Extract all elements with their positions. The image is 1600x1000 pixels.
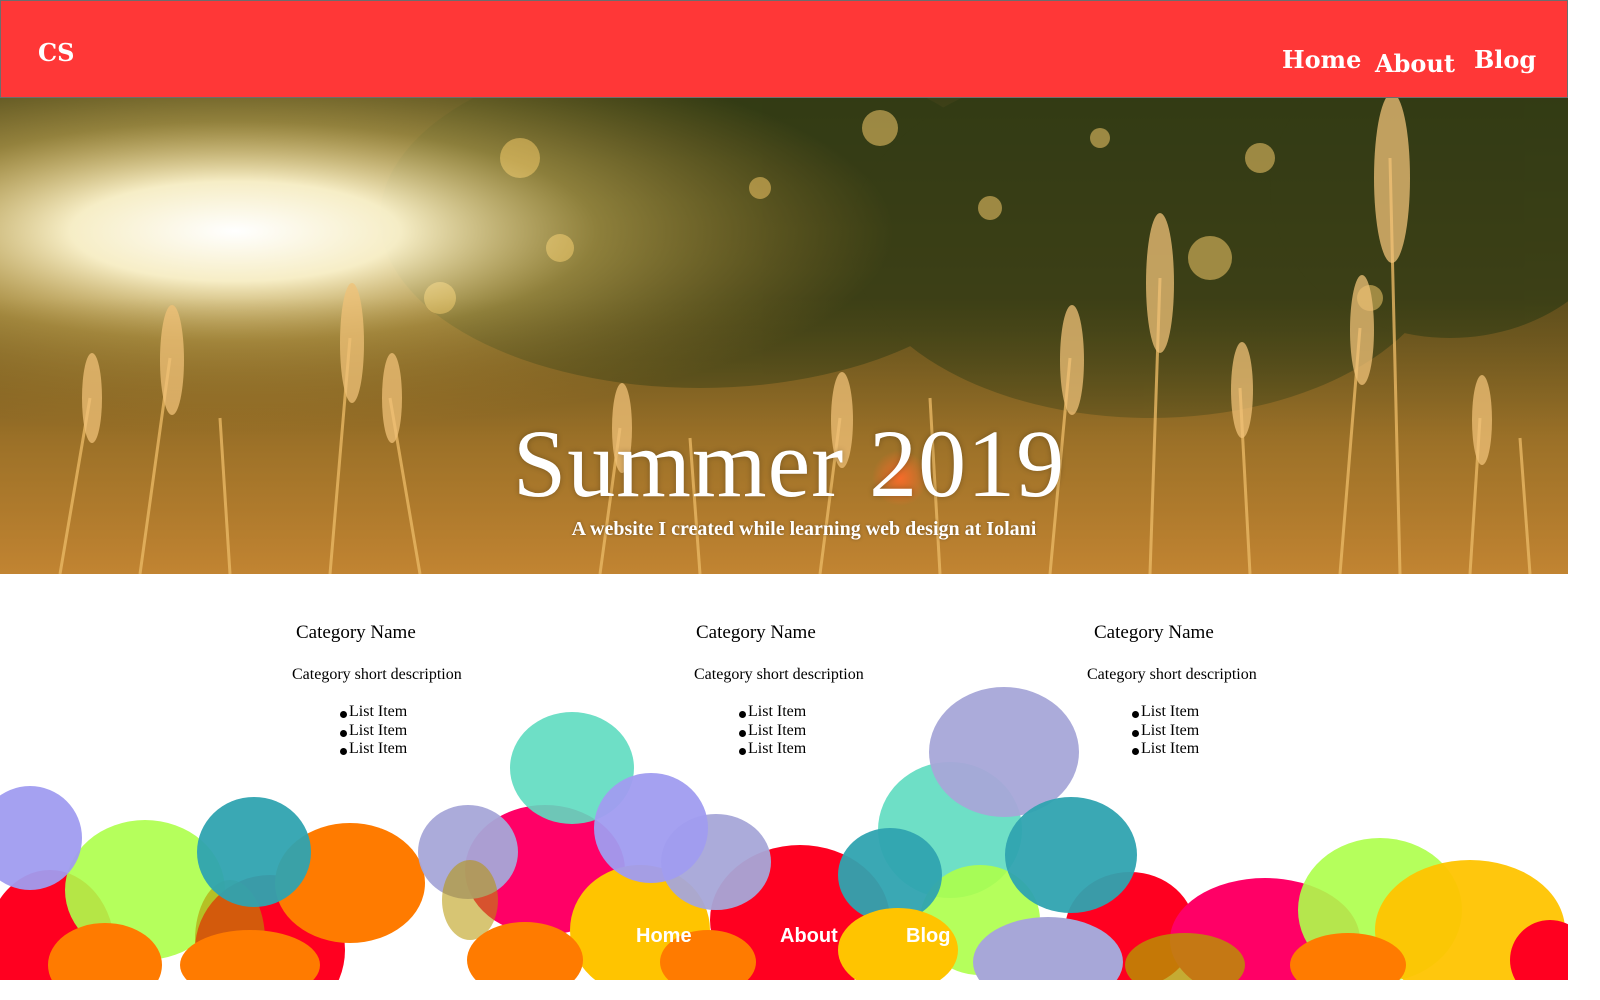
category-description: Category short description bbox=[292, 666, 462, 683]
nav-blog-link[interactable]: Blog bbox=[1474, 45, 1536, 75]
category-description: Category short description bbox=[1087, 666, 1257, 683]
list-item: List Item bbox=[340, 722, 407, 741]
site-logo[interactable]: CS bbox=[38, 38, 74, 68]
hero-subtitle: A website I created while learning web d… bbox=[571, 518, 1037, 540]
category-column-2: Category Name Category short description… bbox=[694, 620, 956, 757]
category-list: List Item List Item List Item bbox=[739, 703, 806, 759]
category-column-3: Category Name Category short description… bbox=[1087, 620, 1354, 757]
list-item: List Item bbox=[1132, 740, 1199, 759]
category-column-1: Category Name Category short description… bbox=[292, 620, 556, 757]
footer-nav-about-link[interactable]: About bbox=[780, 924, 838, 948]
hero-banner: Summer 2019 A website I created while le… bbox=[0, 98, 1568, 574]
category-description: Category short description bbox=[694, 666, 864, 683]
nav-about-link[interactable]: About bbox=[1375, 49, 1455, 79]
category-list: List Item List Item List Item bbox=[340, 703, 407, 759]
list-item: List Item bbox=[1132, 722, 1199, 741]
list-item: List Item bbox=[739, 722, 806, 741]
list-item: List Item bbox=[739, 740, 806, 759]
hero-title: Summer 2019 bbox=[512, 410, 1066, 517]
list-item: List Item bbox=[340, 703, 407, 722]
footer-nav-home-link[interactable]: Home bbox=[636, 924, 692, 948]
list-item: List Item bbox=[1132, 703, 1199, 722]
category-list: List Item List Item List Item bbox=[1132, 703, 1199, 759]
list-item: List Item bbox=[340, 740, 407, 759]
site-header: CS Home About Blog bbox=[0, 0, 1568, 98]
footer-nav-blog-link[interactable]: Blog bbox=[906, 924, 950, 948]
category-name: Category Name bbox=[696, 622, 816, 643]
category-name: Category Name bbox=[296, 622, 416, 643]
list-item: List Item bbox=[739, 703, 806, 722]
nav-home-link[interactable]: Home bbox=[1282, 45, 1361, 75]
category-name: Category Name bbox=[1094, 622, 1214, 643]
